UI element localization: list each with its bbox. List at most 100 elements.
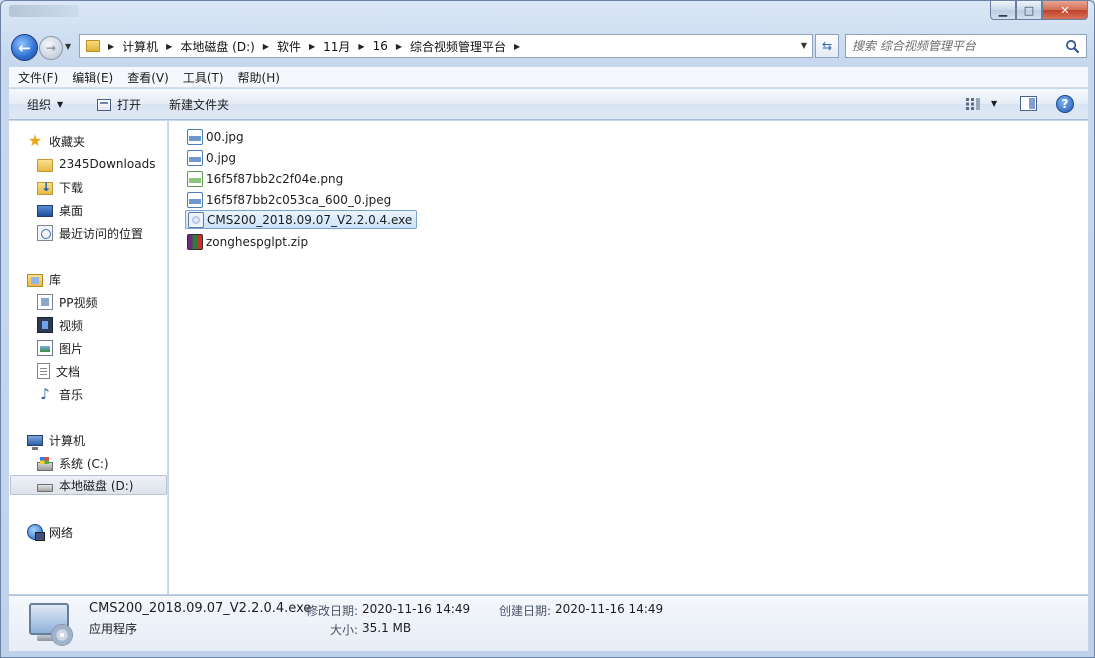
new-folder-label: 新建文件夹	[169, 98, 230, 112]
minimize-icon: ▁	[998, 3, 1008, 17]
menu-view[interactable]: 查看(V)	[122, 69, 174, 86]
maximize-button[interactable]: □	[1016, 1, 1042, 20]
library-icon	[27, 273, 43, 287]
system-drive-icon	[37, 456, 53, 471]
breadcrumb-separator-icon[interactable]: ▶	[514, 42, 520, 51]
breadcrumb-november[interactable]: 11月	[323, 38, 350, 55]
breadcrumb-separator-icon[interactable]: ▶	[396, 42, 402, 51]
hard-drive-icon	[37, 483, 53, 492]
file-item-png[interactable]: 16f5f87bb2c2f04e.png	[185, 169, 347, 188]
folder-icon	[37, 158, 53, 172]
nav-item-videos[interactable]: 视频	[37, 315, 83, 335]
nav-item-label: 视频	[59, 318, 84, 333]
navigation-row: ← → ▼ ▶ 计算机 ▶ 本地磁盘 (D:) ▶ 软件 ▶ 11月 ▶ 16 …	[1, 33, 1094, 61]
open-button[interactable]: 打开	[97, 96, 141, 113]
nav-item-local-disk-d[interactable]: 本地磁盘 (D:)	[10, 475, 167, 495]
jpeg-file-icon	[187, 191, 203, 208]
nav-item-label: PP视频	[59, 295, 98, 310]
document-library-icon	[37, 363, 50, 379]
nav-item-label: 桌面	[59, 203, 84, 218]
network-icon	[27, 524, 45, 541]
file-item-00-jpg[interactable]: 00.jpg	[185, 127, 248, 146]
breadcrumb-separator-icon[interactable]: ▶	[358, 42, 364, 51]
nav-item-recent-places[interactable]: 最近访问的位置	[37, 223, 143, 243]
navigation-pane: ★ 收藏夹 2345Downloads 下载 桌面 最近访问的位置 库 PP视频	[9, 121, 168, 594]
menu-bar: 文件(F) 编辑(E) 查看(V) 工具(T) 帮助(H)	[9, 67, 1088, 88]
video-library-icon	[37, 317, 53, 333]
file-list[interactable]: 00.jpg 0.jpg 16f5f87bb2c2f04e.png 16f5f8…	[169, 121, 1088, 594]
menu-help[interactable]: 帮助(H)	[233, 69, 285, 86]
help-icon[interactable]: ?	[1056, 95, 1074, 113]
png-file-icon	[187, 170, 203, 187]
breadcrumb-separator-icon[interactable]: ▶	[309, 42, 315, 51]
nav-libraries[interactable]: 库	[27, 269, 61, 289]
nav-item-desktop[interactable]: 桌面	[37, 200, 83, 220]
view-options-dropdown-icon[interactable]: ▼	[991, 99, 997, 108]
nav-favorites[interactable]: ★ 收藏夹	[27, 131, 85, 151]
view-options-icon[interactable]	[965, 97, 981, 111]
file-name: 0.jpg	[206, 150, 237, 165]
minimize-button[interactable]: ▁	[990, 1, 1016, 20]
nav-item-label: 文档	[56, 364, 81, 379]
menu-edit[interactable]: 编辑(E)	[67, 69, 118, 86]
breadcrumb-16[interactable]: 16	[373, 39, 388, 53]
title-bar[interactable]: ▁ □ ✕	[1, 1, 1094, 31]
search-input[interactable]	[852, 38, 1057, 54]
nav-item-2345downloads[interactable]: 2345Downloads	[37, 154, 155, 174]
recent-pages-dropdown-icon[interactable]: ▼	[65, 42, 71, 51]
details-modified-value: 2020-11-16 14:49	[362, 602, 471, 616]
organize-button[interactable]: 组织 ▼	[27, 96, 63, 113]
breadcrumb-local-disk-d[interactable]: 本地磁盘 (D:)	[180, 38, 254, 55]
menu-file[interactable]: 文件(F)	[13, 69, 63, 86]
file-item-jpeg[interactable]: 16f5f87bb2c053ca_600_0.jpeg	[185, 190, 395, 209]
details-created-label: 创建日期:	[499, 604, 552, 618]
nav-item-label: 本地磁盘 (D:)	[59, 478, 134, 493]
command-bar: 组织 ▼ 打开 新建文件夹 ▼ ?	[9, 89, 1088, 120]
explorer-window: ▁ □ ✕ ← → ▼ ▶ 计算机 ▶ 本地磁盘 (D:) ▶ 软件 ▶ 11月…	[0, 0, 1095, 658]
breadcrumb-current-folder[interactable]: 综合视频管理平台	[410, 38, 506, 55]
address-bar[interactable]: ▶ 计算机 ▶ 本地磁盘 (D:) ▶ 软件 ▶ 11月 ▶ 16 ▶ 综合视频…	[79, 34, 813, 58]
preview-pane-icon[interactable]	[1020, 96, 1037, 111]
nav-libraries-label: 库	[49, 272, 62, 287]
refresh-button[interactable]: ⇆	[815, 34, 839, 58]
address-history-dropdown-icon[interactable]: ▼	[801, 41, 807, 50]
close-button[interactable]: ✕	[1042, 1, 1088, 20]
star-icon: ★	[27, 131, 43, 150]
jpg-file-icon	[187, 128, 203, 145]
details-file-type: 应用程序	[89, 622, 138, 636]
nav-computer[interactable]: 计算机	[27, 430, 85, 450]
breadcrumb-software[interactable]: 软件	[277, 38, 301, 55]
nav-item-documents[interactable]: 文档	[37, 361, 80, 381]
nav-item-label: 2345Downloads	[59, 157, 156, 171]
breadcrumb-separator-icon[interactable]: ▶	[166, 42, 172, 51]
open-label: 打开	[117, 98, 142, 112]
nav-item-pp-video[interactable]: PP视频	[37, 292, 97, 312]
file-item-0-jpg[interactable]: 0.jpg	[185, 148, 240, 167]
search-icon[interactable]	[1065, 39, 1080, 54]
organize-label: 组织	[27, 98, 52, 112]
forward-button[interactable]: →	[39, 36, 63, 60]
new-folder-button[interactable]: 新建文件夹	[169, 96, 229, 113]
breadcrumb-separator-icon[interactable]: ▶	[108, 42, 114, 51]
nav-item-downloads[interactable]: 下载	[37, 177, 83, 197]
menu-tools[interactable]: 工具(T)	[178, 69, 229, 86]
nav-item-label: 系统 (C:)	[59, 456, 109, 471]
nav-item-music[interactable]: ♪ 音乐	[37, 384, 83, 404]
breadcrumb-separator-icon[interactable]: ▶	[263, 42, 269, 51]
search-box[interactable]	[845, 34, 1087, 58]
computer-icon	[27, 435, 43, 450]
chevron-down-icon: ▼	[57, 100, 64, 109]
nav-network[interactable]: 网络	[27, 522, 73, 542]
file-item-zip[interactable]: zonghespglpt.zip	[185, 232, 312, 251]
nav-item-pictures[interactable]: 图片	[37, 338, 83, 358]
recent-places-icon	[37, 225, 53, 241]
back-button[interactable]: ←	[11, 34, 38, 61]
archive-file-icon	[187, 233, 203, 250]
window-title	[9, 5, 79, 17]
nav-item-system-c[interactable]: 系统 (C:)	[37, 453, 109, 473]
details-size-label: 大小:	[330, 623, 359, 637]
music-note-icon: ♪	[40, 385, 50, 403]
file-item-exe[interactable]: CMS200_2018.09.07_V2.2.0.4.exe	[185, 210, 418, 229]
breadcrumb-computer[interactable]: 计算机	[122, 38, 158, 55]
file-name: zonghespglpt.zip	[206, 234, 309, 249]
